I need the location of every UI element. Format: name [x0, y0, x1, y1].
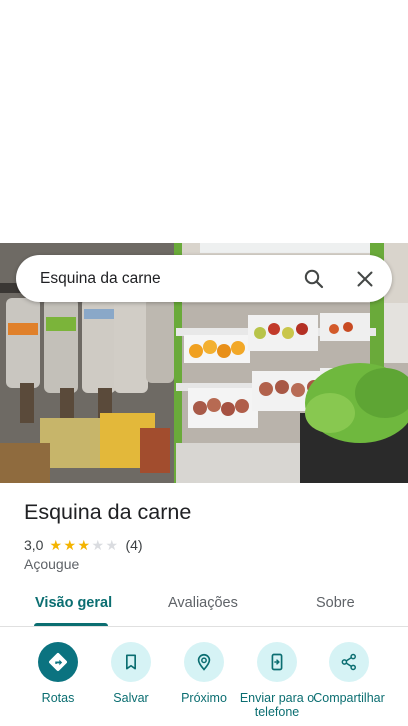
nearby-circle[interactable]	[184, 642, 224, 682]
search-icon[interactable]	[302, 267, 326, 291]
star-empty-icon: ★	[105, 537, 119, 553]
rating-row[interactable]: 3,0 ★ ★ ★ ★ ★ (4)	[24, 536, 143, 554]
send-to-phone-icon	[271, 653, 283, 671]
close-icon[interactable]	[353, 267, 377, 291]
share-label: Compartilhar	[313, 691, 385, 705]
rating-stars: ★ ★ ★ ★ ★	[49, 538, 119, 552]
send-to-phone-circle[interactable]	[257, 642, 297, 682]
send-to-phone-button[interactable]: Enviar para o telefone	[237, 642, 317, 719]
directions-circle[interactable]	[38, 642, 78, 682]
tab-overview[interactable]: Visão geral	[35, 595, 112, 611]
save-circle[interactable]	[111, 642, 151, 682]
share-icon	[341, 653, 356, 671]
search-bar[interactable]: Esquina da carne	[16, 255, 392, 302]
star-icon: ★	[49, 537, 63, 553]
bookmark-icon	[126, 654, 136, 670]
action-buttons: Rotas Salvar Próximo Enviar para o telef…	[0, 640, 408, 726]
star-icon: ★	[63, 537, 77, 553]
review-count[interactable]: (4)	[125, 537, 142, 553]
place-category: Açougue	[24, 556, 80, 572]
star-empty-icon: ★	[91, 537, 105, 553]
save-button[interactable]: Salvar	[91, 642, 171, 705]
search-query[interactable]: Esquina da carne	[40, 270, 161, 288]
share-button[interactable]: Compartilhar	[309, 642, 389, 705]
directions-label: Rotas	[41, 691, 75, 705]
active-tab-indicator	[34, 623, 108, 626]
nearby-label: Próximo	[181, 691, 227, 705]
share-circle[interactable]	[329, 642, 369, 682]
directions-icon	[49, 653, 67, 671]
tab-about[interactable]: Sobre	[316, 595, 355, 611]
place-title: Esquina da carne	[24, 500, 192, 524]
tab-bar: Visão geral Avaliações Sobre	[0, 585, 408, 627]
save-label: Salvar	[113, 691, 149, 705]
send-to-phone-label: Enviar para o telefone	[239, 691, 315, 719]
star-icon: ★	[77, 537, 91, 553]
rating-value: 3,0	[24, 537, 44, 553]
nearby-icon	[197, 653, 211, 671]
nearby-button[interactable]: Próximo	[164, 642, 244, 705]
tab-reviews[interactable]: Avaliações	[168, 595, 238, 611]
directions-button[interactable]: Rotas	[18, 642, 98, 705]
